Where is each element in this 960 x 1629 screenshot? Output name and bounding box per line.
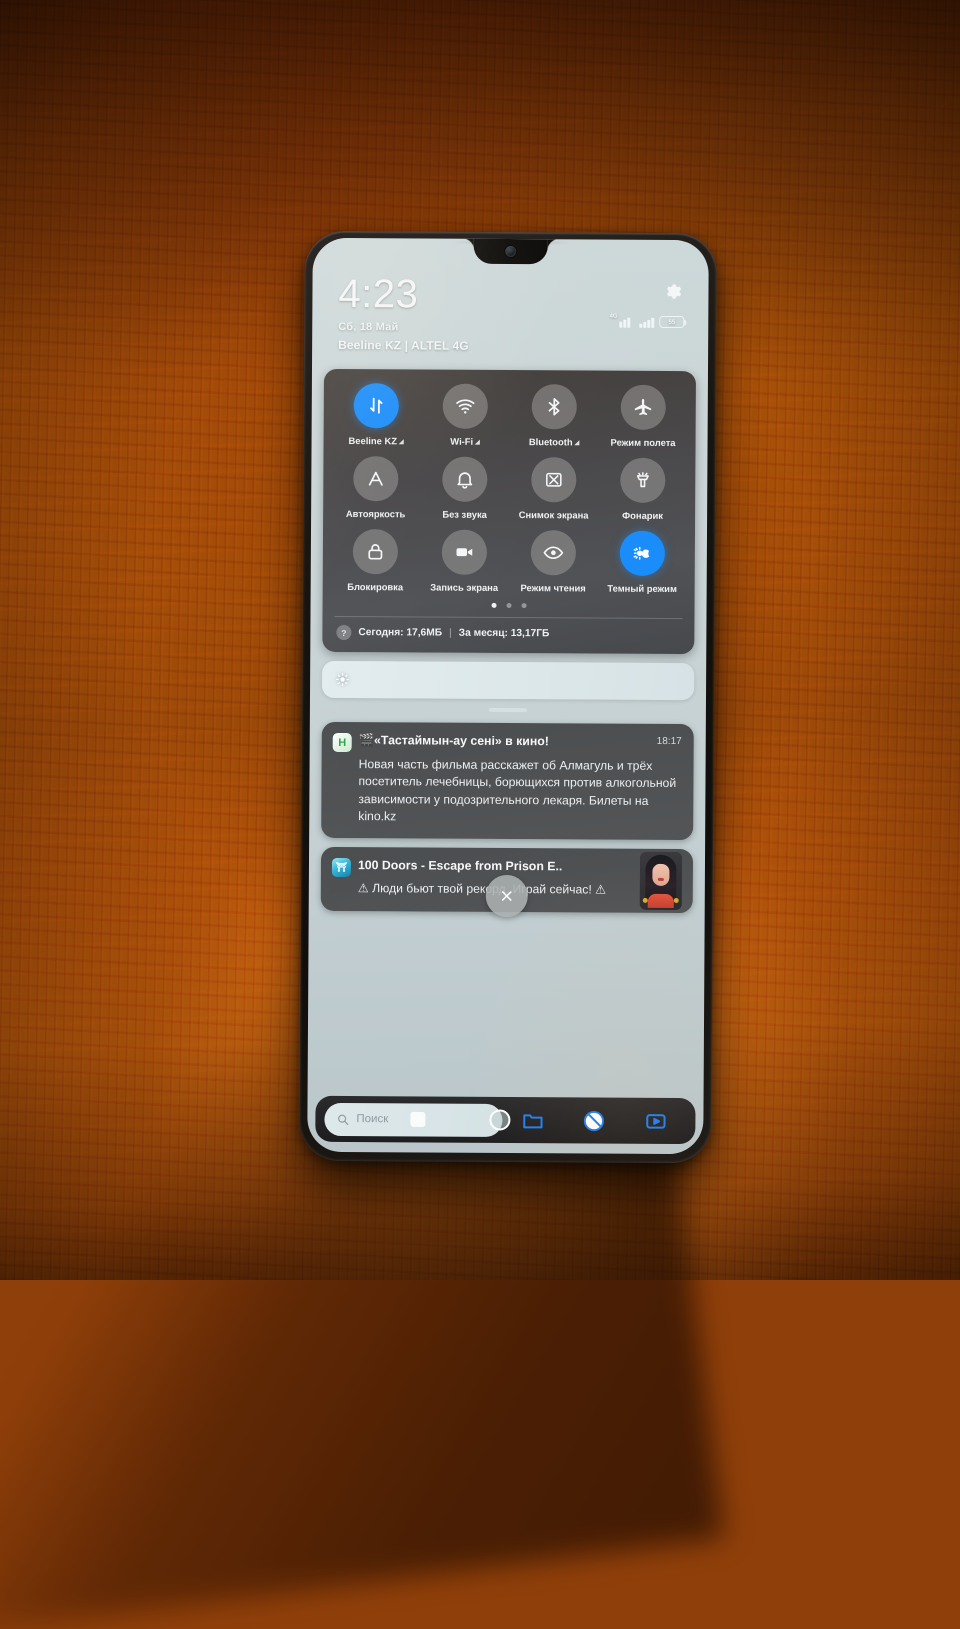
tile-auto-brightness[interactable]: Автояркость [331,456,420,520]
bell-mute-icon [442,456,488,502]
caret-icon: ◢ [398,439,404,446]
quick-settings-panel: Beeline KZ ◢ Wi-Fi ◢ Bluetooth ◢ Режим п… [322,368,696,655]
brightness-section [321,660,695,713]
battery-indicator: 55 [659,315,685,329]
tile-airplane-mode[interactable]: Режим полета [599,384,688,449]
quick-settings-row-1: Beeline KZ ◢ Wi-Fi ◢ Bluetooth ◢ Режим п… [332,383,688,448]
screen-record-icon [441,529,488,575]
nav-home-indicator[interactable] [410,1111,426,1128]
quick-settings-row-2: Автояркость Без звука Снимок экрана Фона… [331,456,687,521]
notification-title: 100 Doors - Escape from Prison E.. [357,858,563,874]
bluetooth-icon [531,384,577,430]
quick-settings-row-3: Блокировка Запись экрана Режим чтения Те… [331,529,687,594]
mobile-data-icon [353,383,399,429]
usage-month: За месяц: 13,17ГБ [458,627,550,640]
dock-item-voice-assistant[interactable] [564,1109,625,1132]
airplane-icon [620,384,666,430]
search-input[interactable]: Поиск [324,1102,511,1137]
wifi-icon [442,383,488,429]
screenshot-icon [531,457,577,503]
carrier-label: Beeline KZ | ALTEL 4G [338,337,469,353]
battery-percent: 55 [668,318,676,326]
tile-reading-mode[interactable]: Режим чтения [509,530,598,594]
dock-item-folder[interactable] [502,1108,563,1131]
game-app-icon: ⛩ [331,858,352,878]
usage-today: Сегодня: 17,6МБ [358,627,443,639]
flashlight-icon [620,457,666,503]
tile-lock[interactable]: Блокировка [331,529,420,593]
data-usage-text: Сегодня: 17,6МБ | За месяц: 13,17ГБ [358,627,549,639]
auto-brightness-icon [353,456,399,502]
lock-icon [352,529,399,575]
panel-drag-handle[interactable] [488,707,527,713]
notification-time: 18:17 [656,735,682,748]
tile-label: Блокировка [347,581,404,593]
usage-separator: | [449,627,452,639]
page-dot-1[interactable] [491,602,497,608]
search-icon [338,1114,349,1125]
info-icon: ? [336,624,352,641]
notification-title: 🎬«Тастаймын-ау сені» в кино! [358,733,549,749]
tile-wifi[interactable]: Wi-Fi ◢ [421,383,510,447]
tile-screenshot[interactable]: Снимок экрана [509,457,598,521]
notification-card-kino[interactable]: H 🎬«Тастаймын-ау сені» в кино! 18:17 Нов… [321,721,694,841]
search-placeholder: Поиск [356,1113,389,1126]
dark-mode-icon [619,530,666,576]
tile-bluetooth[interactable]: Bluetooth ◢ [510,384,599,448]
tile-label: Запись экрана [430,581,499,593]
tile-mobile-data[interactable]: Beeline KZ ◢ [332,383,421,447]
caret-icon: ◢ [475,439,480,446]
character-avatar [639,851,683,911]
signal-bars-sim2 [639,317,655,328]
smartphone-device: 4:23 Сб, 18 Май Beeline KZ | ALTEL 4G 4G [299,230,717,1164]
front-camera [505,245,517,258]
tile-label: Снимок экрана [518,509,589,521]
avatar-earring-right [673,897,679,904]
clock: 4:23 [338,271,419,317]
close-button[interactable] [485,875,528,918]
data-usage-row[interactable]: ? Сегодня: 17,6МБ | За месяц: 13,17ГБ [330,624,686,646]
tile-flashlight[interactable]: Фонарик [598,457,687,522]
gear-icon[interactable] [663,282,682,301]
avatar-lips [657,877,664,881]
notification-header: H 🎬«Тастаймын-ау сені» в кино! 18:17 [332,732,682,754]
brightness-icon [336,672,350,686]
tile-label: Beeline KZ ◢ [348,435,404,447]
video-icon [646,1113,666,1129]
tile-label: Без звука [442,508,487,520]
notification-body: Новая часть фильма расскажет об Алмагуль… [358,757,677,824]
tile-screen-record[interactable]: Запись экрана [420,529,509,593]
tile-label: Фонарик [622,509,664,521]
avatar-face [652,863,670,886]
brightness-slider[interactable] [321,660,695,701]
folder-icon [523,1113,543,1128]
signal-bars-sim1: 4G [610,314,635,328]
tile-label: Автояркость [345,508,406,520]
caret-icon: ◢ [574,440,580,447]
page-indicator-dots[interactable] [331,602,687,609]
close-icon [501,891,512,902]
bottom-dock: Поиск [315,1095,696,1145]
eye-icon [530,530,577,576]
status-icons: 4G 55 [610,314,685,329]
dock-item-video[interactable] [625,1109,686,1132]
notification-list: H 🎬«Тастаймын-ау сені» в кино! 18:17 Нов… [320,721,694,918]
avatar-body [647,893,674,908]
tile-label: Темный режим [607,582,677,595]
tile-label: Wi-Fi ◢ [450,435,480,447]
page-dot-2[interactable] [506,602,512,609]
tile-label: Bluetooth ◢ [528,436,580,448]
panel-divider [334,615,683,620]
network-type-label: 4G [609,313,618,320]
tile-silent[interactable]: Без звука [420,456,509,520]
nav-recents-indicator[interactable] [489,1109,511,1131]
tile-label: Режим чтения [520,582,586,594]
page-dot-3[interactable] [521,603,527,609]
phone-screen: 4:23 Сб, 18 Май Beeline KZ | ALTEL 4G 4G [307,237,709,1155]
tile-dark-mode[interactable]: Темный режим [598,530,687,595]
notification-card-game[interactable]: ⛩ 100 Doors - Escape from Prison E.. ⚠ Л… [320,847,694,918]
tile-label: Режим полета [610,436,676,449]
kino-app-icon: H [332,732,352,753]
voice-assistant-icon [584,1110,605,1131]
